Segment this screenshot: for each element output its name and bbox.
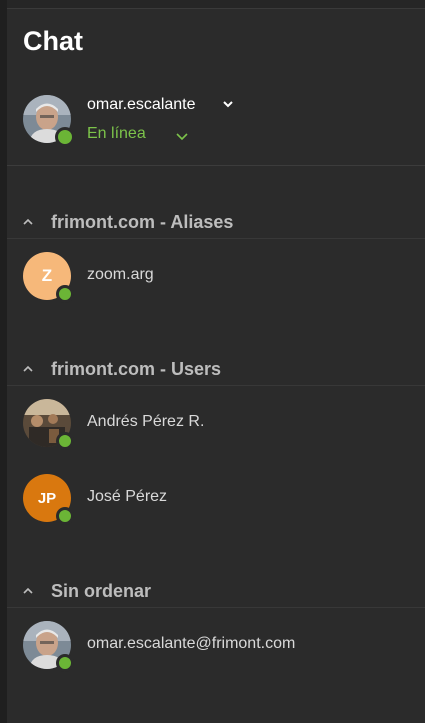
online-dot-icon [56, 432, 74, 450]
contact-item[interactable]: Z zoom.arg [23, 252, 425, 303]
group-title: Sin ordenar [51, 581, 152, 601]
chat-panel: Chat omar.escalante En línea frimont.com… [7, 8, 425, 723]
contact-name: zoom.arg [87, 266, 154, 283]
status-text[interactable]: En línea [87, 125, 146, 143]
group-title: frimont.com - Aliases [51, 212, 234, 232]
contact-item[interactable]: omar.escalante@frimont.com [23, 621, 425, 672]
avatar [23, 621, 74, 672]
online-dot-icon [55, 127, 75, 147]
my-profile: omar.escalante En línea [23, 93, 413, 158]
avatar[interactable] [23, 95, 75, 147]
divider [7, 385, 425, 386]
contact-item[interactable]: JP José Pérez [23, 474, 425, 525]
online-dot-icon [56, 507, 74, 525]
left-rail [0, 0, 7, 723]
contact-name: Andrés Pérez R. [87, 413, 205, 430]
chevron-down-icon[interactable] [175, 129, 189, 143]
contact-name: José Pérez [87, 488, 168, 505]
online-dot-icon [56, 285, 74, 303]
username[interactable]: omar.escalante [87, 96, 196, 114]
divider [7, 607, 425, 608]
group-header-users[interactable]: frimont.com - Users [7, 356, 425, 386]
chevron-down-icon[interactable] [221, 97, 235, 111]
avatar: JP [23, 474, 74, 525]
chevron-up-icon[interactable] [21, 363, 35, 375]
group-header-unsorted[interactable]: Sin ordenar [7, 578, 425, 608]
divider [7, 165, 425, 166]
group-title: frimont.com - Users [51, 359, 222, 379]
online-dot-icon [56, 654, 74, 672]
chevron-up-icon[interactable] [21, 585, 35, 597]
chevron-up-icon[interactable] [21, 216, 35, 228]
divider [7, 238, 425, 239]
contact-item[interactable]: Andrés Pérez R. [23, 399, 425, 450]
avatar: Z [23, 252, 74, 303]
group-header-aliases[interactable]: frimont.com - Aliases [7, 209, 425, 239]
avatar [23, 399, 74, 450]
contact-name: omar.escalante@frimont.com [87, 635, 296, 652]
page-title: Chat [23, 26, 83, 56]
